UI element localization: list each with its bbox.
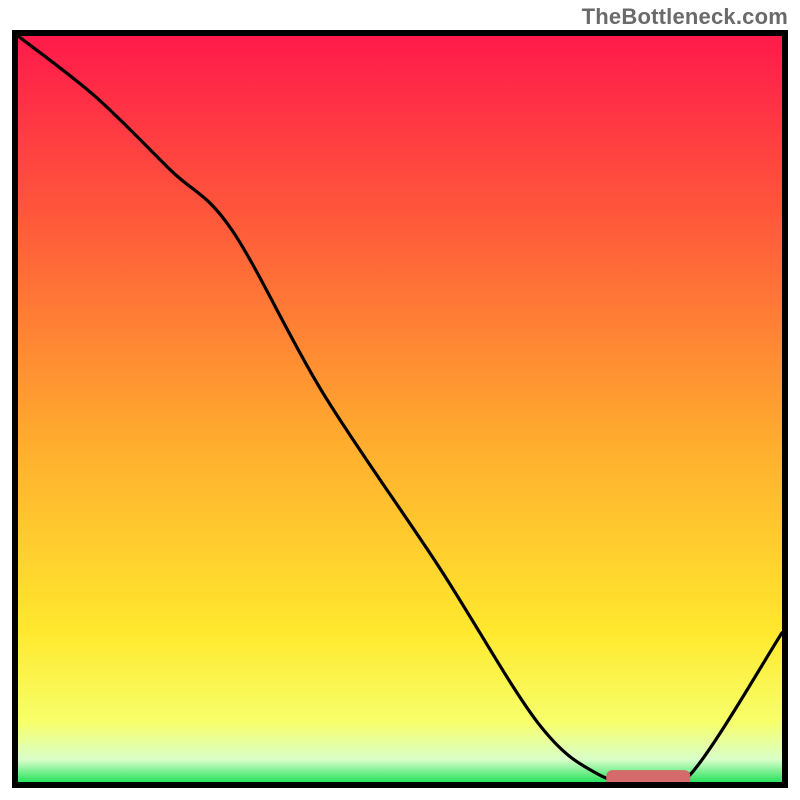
watermark-text: TheBottleneck.com (582, 4, 788, 30)
plot-frame (12, 30, 788, 788)
curve-layer (18, 36, 782, 782)
min-marker (606, 770, 690, 782)
main-curve (18, 36, 782, 782)
plot-area (18, 36, 782, 782)
chart-container: TheBottleneck.com (0, 0, 800, 800)
